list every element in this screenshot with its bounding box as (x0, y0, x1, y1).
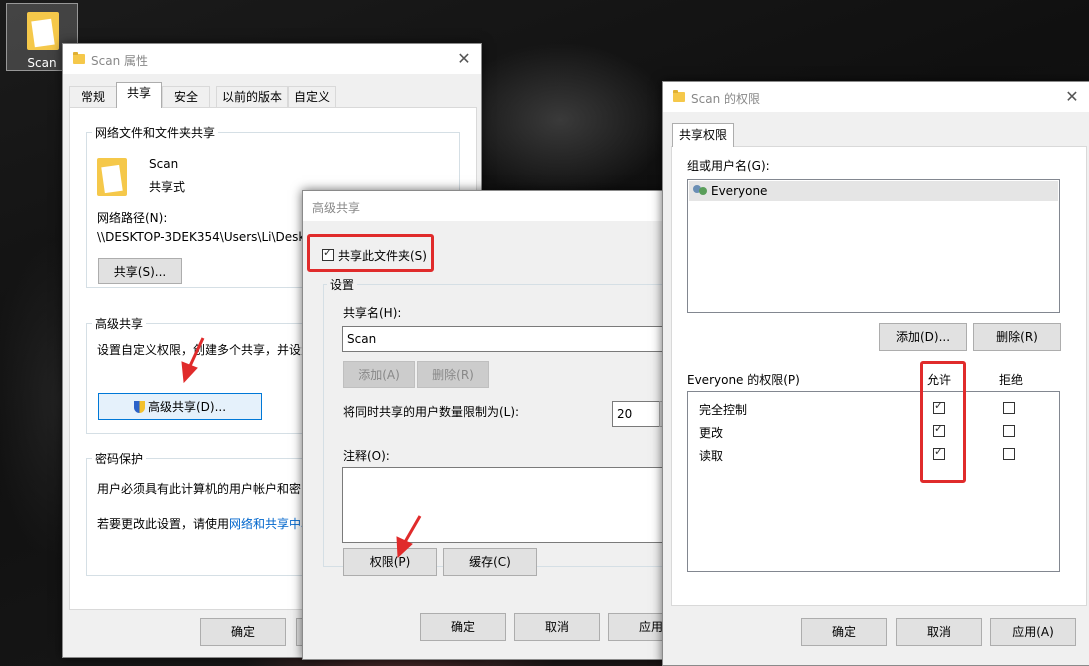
tab-sharing[interactable]: 共享 (116, 82, 162, 108)
arrow-to-permissions-icon (396, 515, 422, 559)
annotation-arrows (181, 337, 422, 559)
tab-share-permissions[interactable]: 共享权限 (672, 123, 734, 147)
arrow-to-advanced-icon (181, 337, 205, 384)
